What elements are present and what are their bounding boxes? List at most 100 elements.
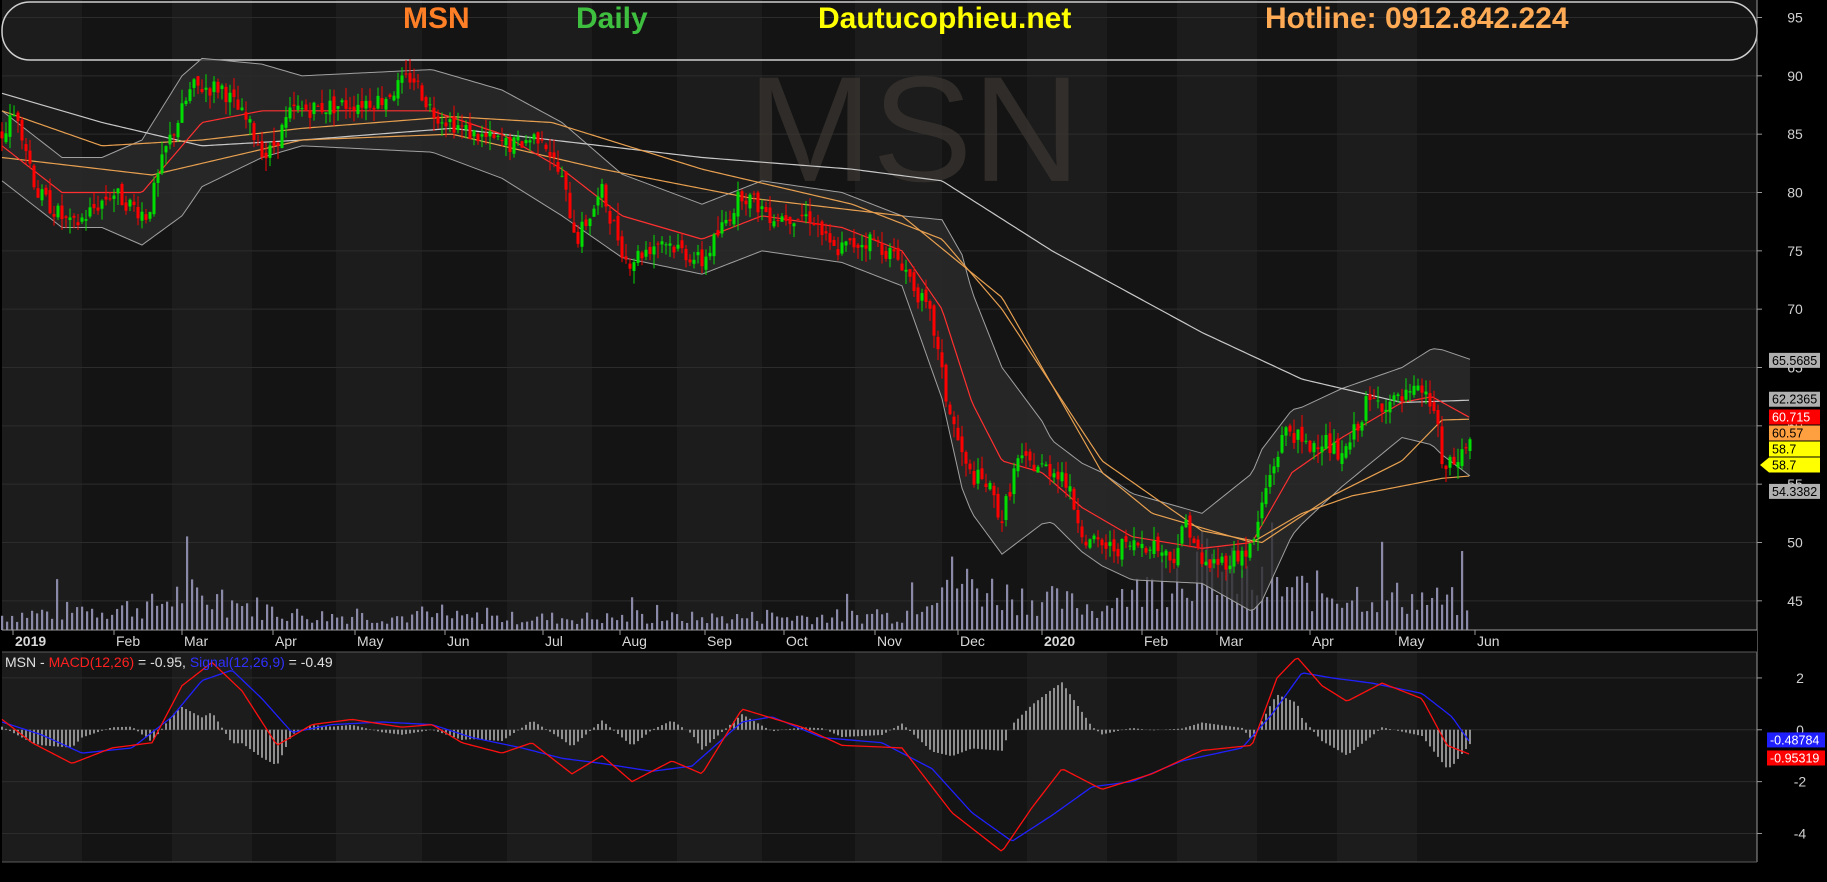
volume-bar <box>1041 602 1044 630</box>
candle-body <box>560 175 564 177</box>
candle-body <box>1308 440 1312 452</box>
volume-bar <box>451 618 454 630</box>
candle-body <box>520 141 524 148</box>
candle-body <box>840 242 844 254</box>
candle-body <box>996 493 1000 518</box>
candle-body <box>920 293 924 301</box>
candle-body <box>568 192 572 219</box>
volume-bar <box>1056 588 1059 630</box>
volume-bar <box>666 620 669 630</box>
candle-body <box>976 469 980 484</box>
candle-body <box>1336 438 1340 460</box>
candle-body <box>12 114 16 116</box>
candle-body <box>328 100 332 115</box>
candle-body <box>816 223 820 225</box>
volume-bar <box>876 609 879 630</box>
volume-bar <box>991 578 994 630</box>
candle-body <box>468 122 472 140</box>
candle-body <box>628 263 632 269</box>
candle-body <box>304 104 308 110</box>
volume-bar <box>51 618 54 630</box>
volume-bar <box>1051 586 1054 630</box>
candle-body <box>1416 385 1420 391</box>
candle-body <box>1132 540 1136 551</box>
volume-bar <box>1131 589 1134 630</box>
candle-body <box>1124 536 1128 542</box>
candle-body <box>140 211 144 221</box>
candle-body <box>720 222 724 234</box>
volume-bar <box>1446 594 1449 630</box>
candle-body <box>144 214 148 220</box>
candle-body <box>668 243 672 246</box>
volume-bar <box>606 613 609 630</box>
volume-bar <box>466 614 469 630</box>
volume-bar <box>566 619 569 630</box>
candle-body <box>1196 539 1200 548</box>
volume-bar <box>221 589 224 630</box>
volume-bar <box>1061 608 1064 630</box>
candle-body <box>632 262 636 271</box>
volume-bar <box>796 615 799 630</box>
candle-body <box>260 141 264 158</box>
price-axis-label: 95 <box>1787 10 1803 26</box>
candle-body <box>56 205 60 218</box>
volume-bar <box>1191 601 1194 630</box>
volume-bar <box>146 601 149 630</box>
volume-bar <box>511 611 514 630</box>
candle-body <box>780 216 784 222</box>
price-badge-text: 58.7 <box>1772 442 1796 456</box>
candle-body <box>1112 539 1116 552</box>
volume-bar <box>1391 592 1394 630</box>
candle-body <box>988 482 992 490</box>
volume-bar <box>471 617 474 630</box>
candle-body <box>1032 464 1036 471</box>
candle-body <box>980 468 984 479</box>
volume-bar <box>1006 584 1009 630</box>
macd-legend-part: MACD(12,26) <box>49 654 135 670</box>
volume-bar <box>716 617 719 630</box>
candle-body <box>576 231 580 244</box>
candle-body <box>176 122 180 138</box>
volume-bar <box>946 579 949 630</box>
candle-body <box>1076 509 1080 524</box>
price-badge-text: 62.2365 <box>1772 393 1817 407</box>
volume-bar <box>781 617 784 630</box>
price-badge-text: 60.57 <box>1772 426 1803 440</box>
candle-body <box>428 104 432 106</box>
volume-bar <box>961 583 964 630</box>
candle-body <box>1204 561 1208 566</box>
candle-body <box>244 112 248 120</box>
volume-bar <box>1081 614 1084 630</box>
candle-body <box>548 151 552 157</box>
volume-bar <box>296 608 299 630</box>
candle-body <box>440 122 444 124</box>
candle-body <box>324 112 328 115</box>
volume-bar <box>101 612 104 630</box>
candle-body <box>664 244 668 246</box>
candle-body <box>728 219 732 222</box>
volume-bar <box>381 621 384 630</box>
candle-body <box>1096 537 1100 540</box>
volume-bar <box>541 613 544 630</box>
candle-body <box>188 89 192 101</box>
volume-bar <box>81 606 84 630</box>
candle-body <box>436 116 440 124</box>
candle-body <box>400 75 404 83</box>
candle-body <box>1300 426 1304 442</box>
volume-bar <box>181 603 184 630</box>
candle-body <box>696 252 700 256</box>
volume-bar <box>906 610 909 630</box>
candle-body <box>724 219 728 224</box>
candle-body <box>28 150 32 164</box>
date-axis-label: May <box>1398 633 1424 649</box>
volume-bar <box>86 611 89 630</box>
volume-bar <box>1136 578 1139 630</box>
candle-body <box>1304 440 1308 442</box>
candle-body <box>756 192 760 213</box>
volume-bar <box>576 623 579 630</box>
candle-body <box>1456 462 1460 468</box>
volume-bar <box>701 617 704 630</box>
candle-body <box>804 214 808 217</box>
candle-body <box>1108 541 1112 546</box>
volume-bar <box>931 605 934 630</box>
